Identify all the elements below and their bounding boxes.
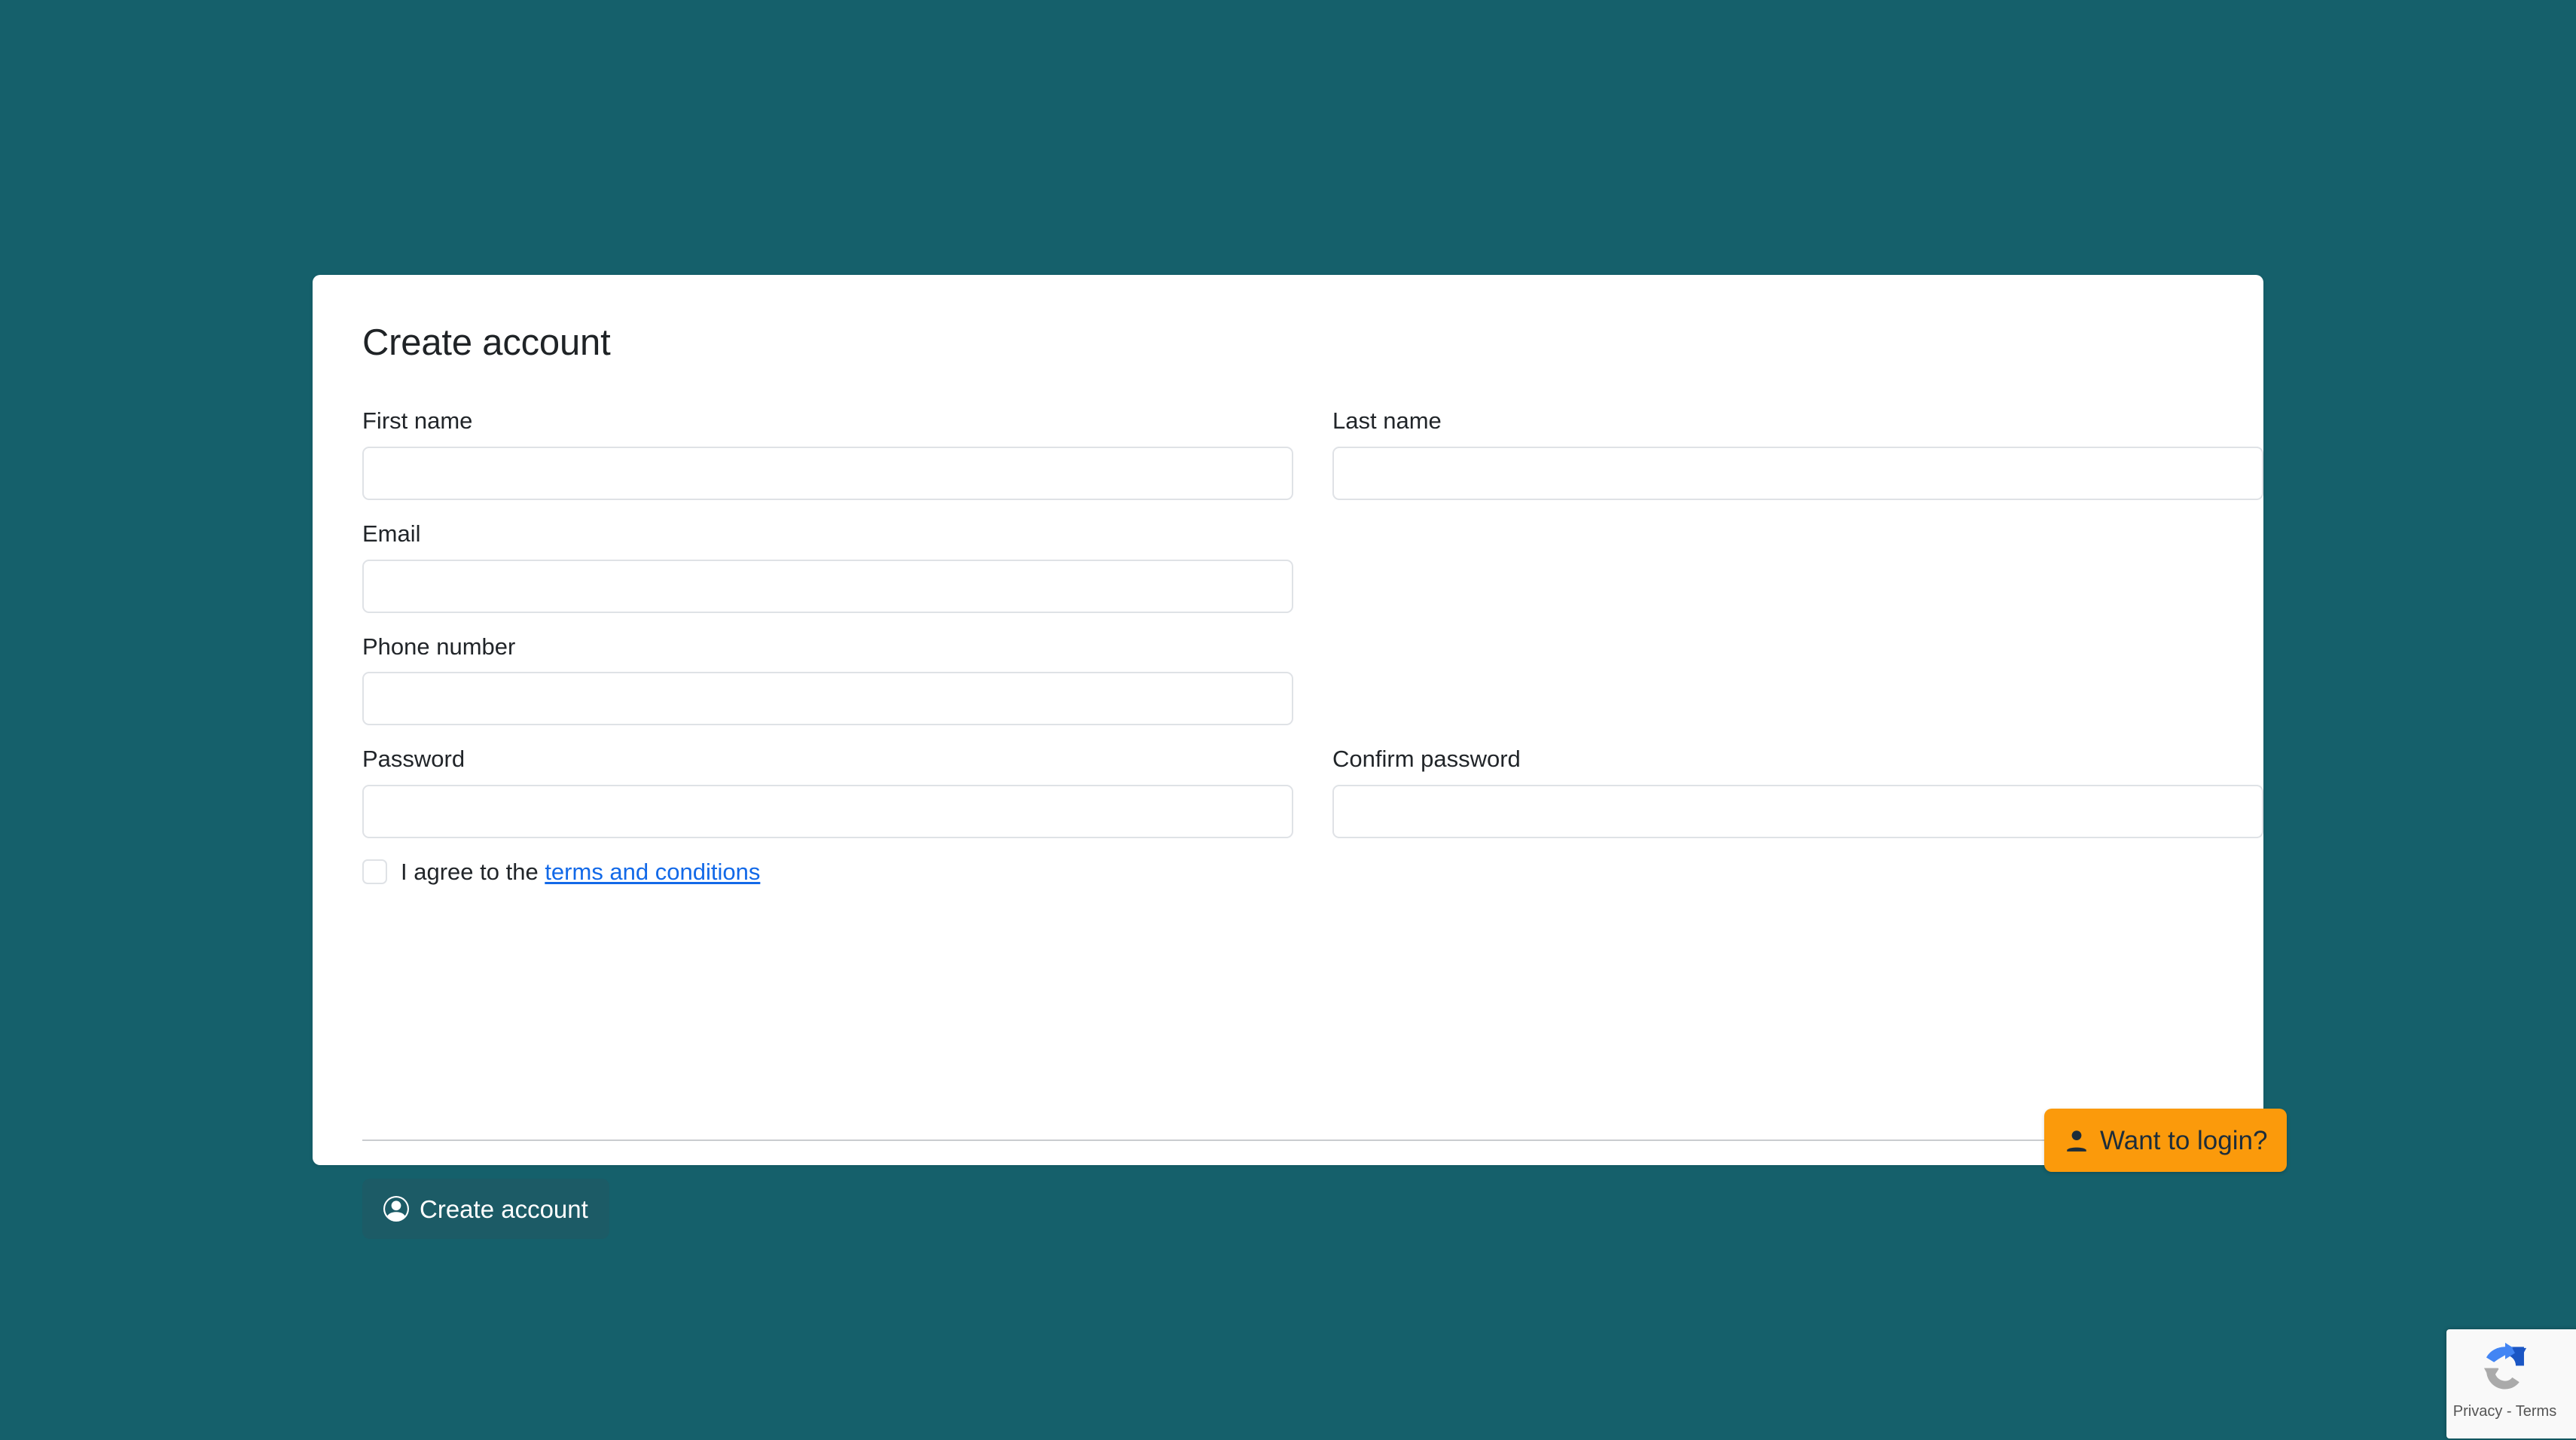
form-row: Email	[362, 520, 2263, 613]
terms-text-prefix: I agree to the	[401, 859, 545, 885]
field-group-confirm-password: Confirm password	[1332, 745, 2263, 838]
want-to-login-button-label: Want to login?	[2100, 1125, 2268, 1155]
create-account-form: First name Last name Email Phone number …	[362, 407, 2263, 886]
email-label: Email	[362, 520, 421, 547]
confirm-password-label: Confirm password	[1332, 746, 1521, 773]
card-inner: Create account First name Last name Emai…	[338, 275, 2263, 1239]
form-row: First name Last name	[362, 407, 2263, 500]
recaptcha-logo-icon	[2476, 1340, 2535, 1399]
field-group-first-name: First name	[362, 407, 1293, 500]
password-input[interactable]	[362, 785, 1293, 838]
terms-and-conditions-link[interactable]: terms and conditions	[545, 859, 760, 885]
form-divider	[362, 1139, 2263, 1141]
field-group-email: Email	[362, 520, 1293, 613]
field-group-password: Password	[362, 745, 1293, 838]
recaptcha-badge[interactable]: Privacy - Terms	[2446, 1329, 2576, 1438]
email-input[interactable]	[362, 559, 1293, 613]
phone-number-input[interactable]	[362, 672, 1293, 726]
person-solid-icon	[2064, 1127, 2089, 1153]
create-account-card: Create account First name Last name Emai…	[313, 275, 2263, 1239]
confirm-password-input[interactable]	[1332, 785, 2263, 838]
terms-text: I agree to the terms and conditions	[401, 858, 760, 886]
field-group-last-name: Last name	[1332, 407, 2263, 500]
person-circle-icon	[383, 1196, 409, 1222]
form-row: Password Confirm password	[362, 745, 2263, 838]
terms-checkbox[interactable]	[362, 859, 387, 885]
recaptcha-privacy-terms-text[interactable]: Privacy - Terms	[2446, 1403, 2563, 1420]
create-account-button-label: Create account	[420, 1194, 588, 1223]
phone-number-label: Phone number	[362, 633, 516, 660]
last-name-label: Last name	[1332, 407, 1442, 434]
terms-agreement-row: I agree to the terms and conditions	[362, 858, 2263, 886]
last-name-input[interactable]	[1332, 446, 2263, 500]
want-to-login-button[interactable]: Want to login?	[2044, 1109, 2288, 1172]
form-row: Phone number	[362, 633, 2263, 726]
first-name-input[interactable]	[362, 446, 1293, 500]
first-name-label: First name	[362, 407, 473, 434]
password-label: Password	[362, 746, 465, 773]
field-group-phone-number: Phone number	[362, 633, 1293, 726]
create-account-button[interactable]: Create account	[362, 1179, 609, 1239]
page-title: Create account	[362, 322, 611, 363]
